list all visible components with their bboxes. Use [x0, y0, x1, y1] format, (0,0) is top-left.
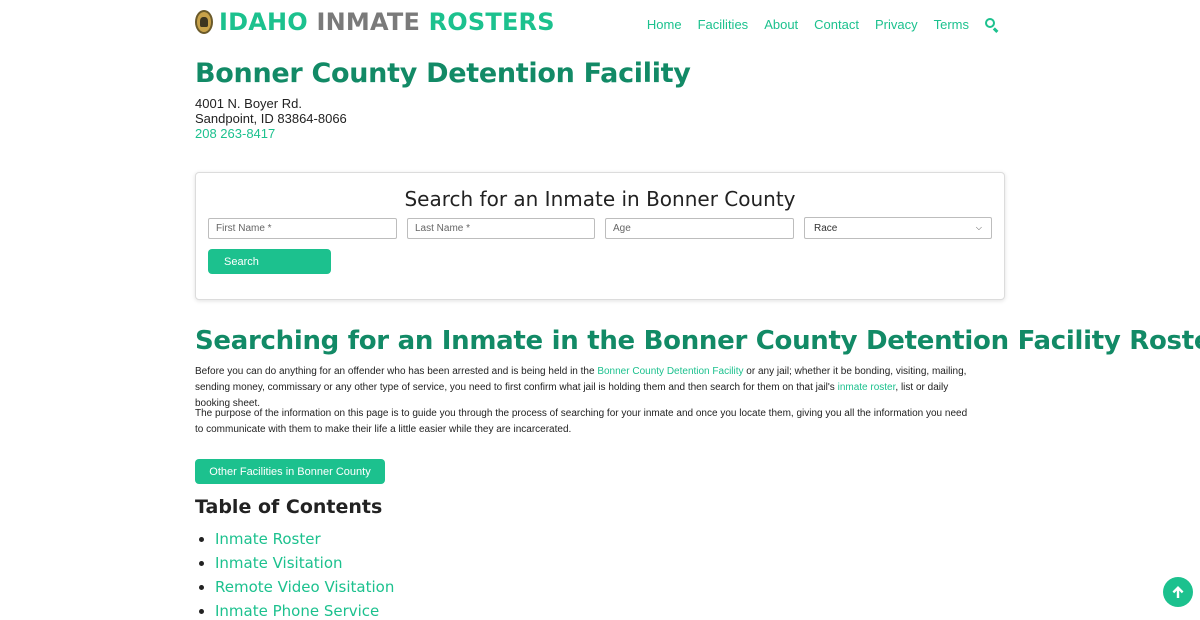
bullet-icon: [199, 560, 204, 566]
table-of-contents: Inmate Roster Inmate Visitation Remote V…: [199, 527, 394, 620]
bullet-icon: [199, 608, 204, 614]
inmate-search-card: Search for an Inmate in Bonner County Ra…: [195, 172, 1005, 300]
nav-home[interactable]: Home: [647, 17, 682, 32]
site-logo[interactable]: IDAHO INMATE ROSTERS: [195, 8, 555, 36]
badge-logo-icon: [195, 10, 213, 34]
chevron-down-icon: ⌵: [975, 223, 982, 232]
race-select-value: Race: [814, 222, 838, 234]
search-icon[interactable]: [985, 17, 999, 33]
arrow-up-icon: [1172, 586, 1184, 598]
toc-title: Table of Contents: [195, 496, 383, 518]
purpose-paragraph: The purpose of the information on this p…: [195, 408, 968, 435]
race-select[interactable]: Race ⌵: [804, 217, 992, 239]
toc-link-inmate-visitation[interactable]: Inmate Visitation: [215, 554, 343, 572]
facility-link[interactable]: Bonner County Detention Facility: [597, 366, 743, 377]
nav-privacy[interactable]: Privacy: [875, 17, 918, 32]
list-item: Inmate Visitation: [199, 551, 394, 575]
address-line-1: 4001 N. Boyer Rd.: [195, 96, 302, 111]
logo-word-inmate: INMATE: [316, 8, 421, 36]
nav-contact[interactable]: Contact: [814, 17, 859, 32]
toc-link-remote-video-visitation[interactable]: Remote Video Visitation: [215, 578, 394, 596]
logo-text: IDAHO INMATE ROSTERS: [219, 8, 555, 36]
facility-phone-link[interactable]: 208 263-8417: [195, 126, 275, 141]
main-nav: Home Facilities About Contact Privacy Te…: [631, 17, 999, 33]
bullet-icon: [199, 584, 204, 590]
list-item: Inmate Phone Service: [199, 599, 394, 620]
search-title: Search for an Inmate in Bonner County: [404, 187, 796, 211]
logo-word-rosters: ROSTERS: [428, 8, 555, 36]
search-button[interactable]: Search: [208, 249, 331, 274]
nav-facilities[interactable]: Facilities: [698, 17, 749, 32]
first-name-input[interactable]: [208, 218, 397, 239]
last-name-input[interactable]: [407, 218, 595, 239]
facility-title: Bonner County Detention Facility: [195, 58, 691, 89]
bullet-icon: [199, 536, 204, 542]
facility-address: 4001 N. Boyer Rd. Sandpoint, ID 83864-80…: [195, 96, 347, 141]
age-input[interactable]: [605, 218, 794, 239]
nav-terms[interactable]: Terms: [934, 17, 969, 32]
other-facilities-button[interactable]: Other Facilities in Bonner County: [195, 459, 385, 484]
intro-text-1: Before you can do anything for an offend…: [195, 366, 598, 377]
logo-word-idaho: IDAHO: [219, 8, 308, 36]
list-item: Inmate Roster: [199, 527, 394, 551]
address-line-2: Sandpoint, ID 83864-8066: [195, 111, 347, 126]
nav-about[interactable]: About: [764, 17, 798, 32]
intro-paragraph: Before you can do anything for an offend…: [195, 364, 975, 412]
back-to-top-button[interactable]: [1163, 577, 1193, 607]
inmate-roster-link[interactable]: inmate roster: [838, 382, 896, 393]
site-header: IDAHO INMATE ROSTERS Home Facilities Abo…: [195, 0, 1005, 48]
toc-link-inmate-phone-service[interactable]: Inmate Phone Service: [215, 602, 379, 620]
list-item: Remote Video Visitation: [199, 575, 394, 599]
toc-link-inmate-roster[interactable]: Inmate Roster: [215, 530, 321, 548]
article-title: Searching for an Inmate in the Bonner Co…: [195, 326, 1200, 356]
